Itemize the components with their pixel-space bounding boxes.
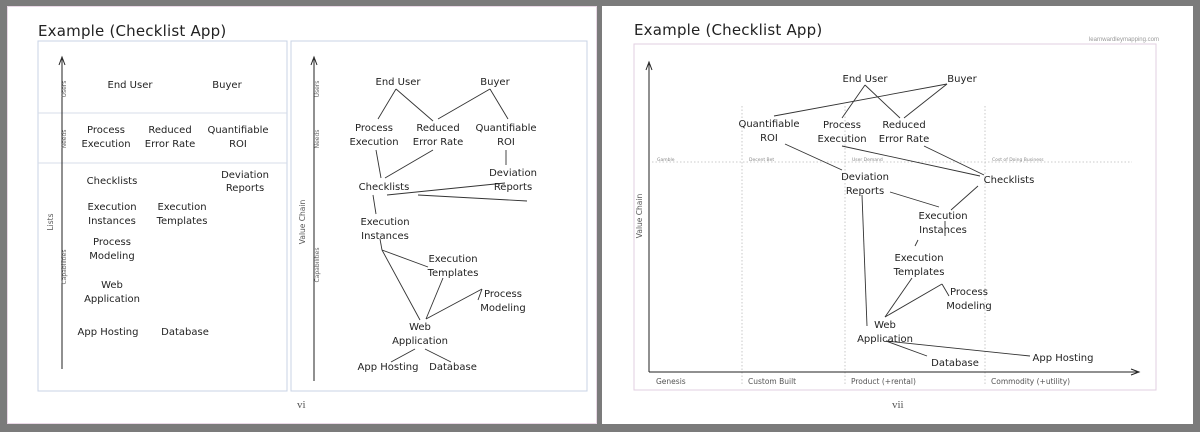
link <box>861 194 868 327</box>
list-cap-deviation-reports: Deviation Reports <box>221 170 269 194</box>
stage-genesis: Genesis <box>656 377 686 386</box>
component-execution-templates: Execution Templates <box>893 253 945 278</box>
link <box>417 194 528 202</box>
list-user-buyer: Buyer <box>212 80 242 91</box>
component-execution-instances: Execution Instances <box>918 211 967 236</box>
stage-product: Product (+rental) <box>851 377 916 386</box>
stage-note-decent-bet: Decent Bet <box>749 157 774 163</box>
link <box>395 88 434 122</box>
left-page: Example (Checklist App) vi Lists Users N… <box>7 6 597 424</box>
component-web-application: Web Application <box>857 320 913 345</box>
chain-node-process-execution: Process Execution <box>349 123 398 148</box>
right-page: Example (Checklist App) learnwardleymapp… <box>602 6 1193 424</box>
link <box>375 149 382 179</box>
link <box>381 249 421 321</box>
link <box>914 239 919 247</box>
component-quantifiable-roi: Quantifiable ROI <box>738 119 799 144</box>
component-reduced-error-rate: Reduced Error Rate <box>879 120 929 145</box>
link <box>377 88 397 120</box>
band-label-capabilities: Capabilities <box>61 250 68 285</box>
link <box>381 249 429 268</box>
component-end-user: End User <box>843 74 889 85</box>
chain-node-process-modeling: Process Modeling <box>480 289 526 314</box>
chain-node-execution-templates: Execution Templates <box>427 254 479 279</box>
chain-node-app-hosting: App Hosting <box>358 362 419 373</box>
component-checklists: Checklists <box>984 175 1035 186</box>
list-axis-label: Lists <box>46 213 55 230</box>
value-chain-axis-label: Value Chain <box>298 200 307 245</box>
link <box>424 348 452 363</box>
list-panel: Lists Users Needs Capabilities End User … <box>37 40 288 392</box>
chain-node-checklists: Checklists <box>359 182 410 193</box>
link <box>425 288 483 320</box>
component-deviation-reports: Deviation Reports <box>841 172 889 197</box>
link <box>384 149 434 179</box>
list-cap-web-application: Web Application <box>84 280 140 305</box>
stage-note-gamble: Gamble <box>657 157 675 163</box>
link <box>950 185 979 211</box>
link <box>864 84 901 119</box>
left-page-diagrams: Lists Users Needs Capabilities End User … <box>37 40 588 392</box>
band-label-needs: Needs <box>61 130 68 149</box>
link <box>941 283 950 297</box>
stage-custom-built: Custom Built <box>748 377 796 386</box>
link <box>903 83 948 119</box>
y-axis-label: Value Chain <box>635 194 644 239</box>
list-cap-execution-instances: Execution Instances <box>87 202 136 227</box>
link <box>773 83 948 117</box>
link <box>489 88 509 120</box>
link <box>437 88 491 120</box>
chain-node-deviation-reports: Deviation Reports <box>489 168 537 193</box>
link <box>884 283 943 318</box>
list-cap-checklists: Checklists <box>87 176 138 187</box>
component-app-hosting: App Hosting <box>1033 353 1094 364</box>
link <box>784 143 843 171</box>
list-user-end-user: End User <box>108 80 154 91</box>
link <box>390 348 416 363</box>
list-need-reduced-error-rate: Reduced Error Rate <box>145 125 195 150</box>
chain-node-database: Database <box>429 362 477 373</box>
band-label-users: Users <box>314 81 321 98</box>
chain-node-reduced-error-rate: Reduced Error Rate <box>413 123 463 148</box>
stage-note-user-demand: User Demand <box>852 157 883 163</box>
list-cap-process-modeling: Process Modeling <box>89 237 135 262</box>
component-process-execution: Process Execution <box>817 120 866 145</box>
link <box>889 191 940 208</box>
chain-node-web-application: Web Application <box>392 322 448 347</box>
chain-node-end-user: End User <box>376 77 422 88</box>
band-label-needs: Needs <box>314 130 321 149</box>
list-cap-database: Database <box>161 327 209 338</box>
chain-node-execution-instances: Execution Instances <box>360 217 409 242</box>
link <box>884 277 913 318</box>
band-label-users: Users <box>61 81 68 98</box>
chain-node-quantifiable-roi: Quantifiable ROI <box>475 123 536 148</box>
value-chain-panel: Value Chain Users Needs Capabilities End… <box>290 40 588 392</box>
component-database: Database <box>931 358 979 369</box>
component-buyer: Buyer <box>947 74 977 85</box>
link <box>372 194 377 215</box>
chain-node-buyer: Buyer <box>480 77 510 88</box>
stage-commodity: Commodity (+utility) <box>991 377 1070 386</box>
list-need-quantifiable-roi: Quantifiable ROI <box>207 125 268 150</box>
list-need-process-execution: Process Execution <box>81 125 130 150</box>
wardley-map: Value Chain Genesis Custom Built Product… <box>633 43 1157 391</box>
list-cap-app-hosting: App Hosting <box>78 327 139 338</box>
link <box>425 277 444 320</box>
band-label-capabilities: Capabilities <box>314 248 321 283</box>
list-cap-execution-templates: Execution Templates <box>156 202 208 227</box>
stage-note-cost-of-doing-business: Cost of Doing Business <box>992 157 1044 163</box>
